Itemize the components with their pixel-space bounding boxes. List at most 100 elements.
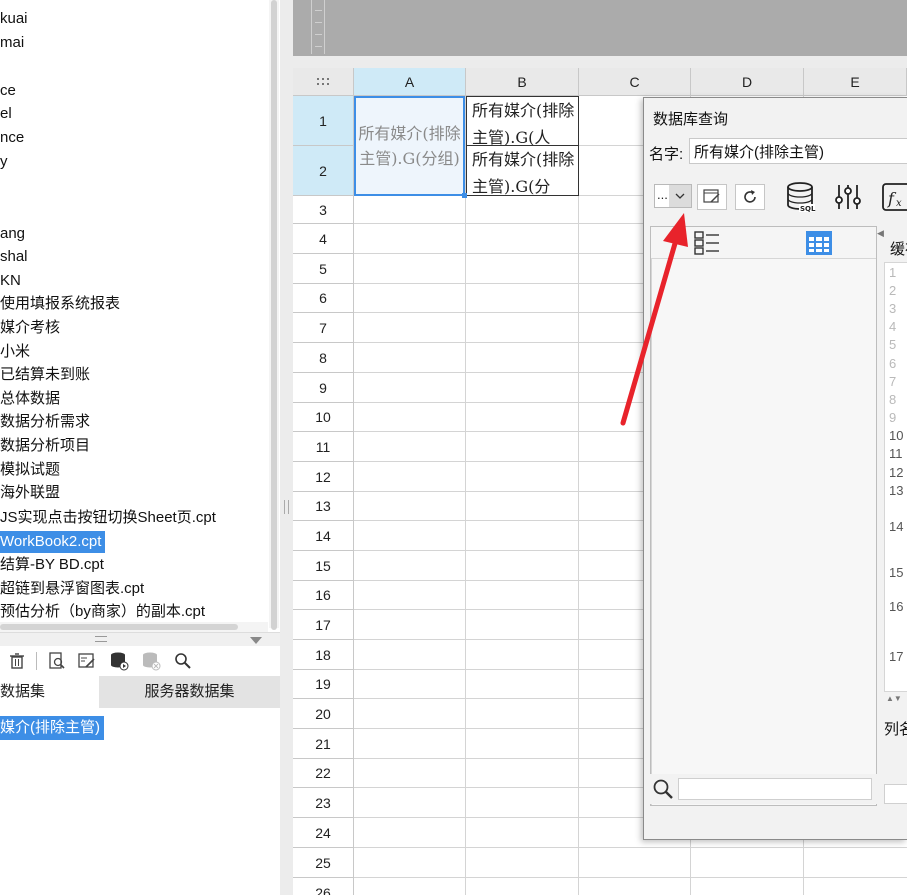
tree-item[interactable]: 超链到悬浮窗图表.cpt bbox=[0, 578, 148, 600]
row-header[interactable]: 7 bbox=[293, 313, 354, 343]
row-header[interactable]: 14 bbox=[293, 521, 354, 551]
table-search-input[interactable] bbox=[678, 778, 872, 800]
tree-item[interactable] bbox=[0, 200, 4, 222]
tree-item[interactable]: KN bbox=[0, 270, 25, 292]
row-header[interactable]: 20 bbox=[293, 699, 354, 729]
tree-item[interactable]: ce bbox=[0, 80, 20, 102]
tree-item[interactable]: 媒介考核 bbox=[0, 317, 64, 339]
tree-item[interactable] bbox=[0, 176, 4, 198]
fill-handle[interactable] bbox=[462, 193, 467, 198]
splitter-grip-icon[interactable] bbox=[95, 636, 107, 642]
column-header[interactable]: B bbox=[466, 68, 579, 96]
tree-horizontal-scrollbar[interactable] bbox=[0, 622, 268, 632]
tree-item[interactable]: 数据分析项目 bbox=[0, 435, 94, 457]
db-run-icon[interactable] bbox=[108, 650, 130, 672]
tree-item[interactable]: 模拟试题 bbox=[0, 459, 64, 481]
formula-icon[interactable]: fx bbox=[880, 180, 907, 214]
table-tree-area[interactable] bbox=[651, 259, 876, 805]
sql-editor[interactable]: 1 2 3 4 5 6 7 8 9 10 11 12 13 14 15 16 17 bbox=[884, 262, 907, 692]
grid-view-icon[interactable] bbox=[805, 230, 833, 259]
row-header[interactable]: 18 bbox=[293, 640, 354, 670]
row-header[interactable]: 25 bbox=[293, 848, 354, 878]
tree-item[interactable]: shal bbox=[0, 246, 32, 268]
tree-item[interactable]: 小米 bbox=[0, 341, 34, 363]
row-header[interactable]: 19 bbox=[293, 670, 354, 699]
row-header[interactable]: 21 bbox=[293, 729, 354, 759]
column-header[interactable]: D bbox=[691, 68, 804, 96]
tree-item[interactable] bbox=[0, 56, 4, 78]
cell-b1[interactable]: 所有媒介(排除主管).G(人 bbox=[466, 96, 579, 146]
tree-item[interactable]: el bbox=[0, 103, 16, 125]
tree-item-selected[interactable]: WorkBook2.cpt bbox=[0, 531, 106, 553]
tree-item[interactable]: 数据分析需求 bbox=[0, 411, 94, 433]
row-header[interactable]: 24 bbox=[293, 818, 354, 848]
refresh-icon bbox=[744, 190, 756, 203]
line-number: 5 bbox=[889, 337, 897, 352]
tree-item[interactable]: y bbox=[0, 151, 12, 173]
select-all-corner[interactable] bbox=[293, 68, 354, 96]
row-header[interactable]: 26 bbox=[293, 878, 354, 895]
connection-value: ... bbox=[657, 187, 668, 202]
refresh-button[interactable] bbox=[735, 184, 765, 210]
tree-item[interactable]: JS实现点击按钮切换Sheet页.cpt bbox=[0, 507, 220, 529]
tab-template-dataset[interactable]: 数据集 bbox=[0, 676, 99, 708]
trash-icon[interactable] bbox=[6, 650, 28, 672]
tab-server-dataset[interactable]: 服务器数据集 bbox=[99, 676, 280, 708]
tree-item[interactable]: ang bbox=[0, 223, 29, 245]
row-header[interactable]: 22 bbox=[293, 759, 354, 788]
tree-item[interactable]: 结算-BY BD.cpt bbox=[0, 554, 108, 576]
splitter-grip-icon[interactable] bbox=[284, 500, 289, 514]
row-header[interactable]: 12 bbox=[293, 462, 354, 492]
cell-a1-selected[interactable]: 所有媒介(排除主管).G(分组) bbox=[354, 96, 465, 196]
tree-item[interactable]: nce bbox=[0, 127, 28, 149]
row-header[interactable]: 15 bbox=[293, 551, 354, 581]
dataset-item-selected[interactable]: 媒介(排除主管) bbox=[0, 716, 104, 740]
row-header[interactable]: 13 bbox=[293, 492, 354, 521]
cell-b2[interactable]: 所有媒介(排除主管).G(分 bbox=[466, 146, 579, 196]
row-header[interactable]: 5 bbox=[293, 254, 354, 284]
column-header[interactable]: A bbox=[354, 68, 466, 96]
edit-connection-button[interactable] bbox=[697, 184, 727, 210]
list-view-icon[interactable] bbox=[693, 230, 721, 259]
collapse-arrow-icon[interactable] bbox=[250, 637, 262, 644]
tree-item[interactable]: kuai bbox=[0, 8, 32, 30]
parameters-icon[interactable] bbox=[831, 180, 865, 214]
db-remove-icon[interactable] bbox=[140, 650, 162, 672]
scrollbar-thumb[interactable] bbox=[0, 624, 238, 630]
row-header[interactable]: 17 bbox=[293, 610, 354, 640]
tree-item[interactable]: 已结算未到账 bbox=[0, 364, 94, 386]
connection-select[interactable]: ... bbox=[654, 184, 692, 208]
row-header[interactable]: 2 bbox=[293, 146, 354, 196]
chevron-down-icon[interactable] bbox=[669, 185, 691, 207]
row-header[interactable]: 1 bbox=[293, 96, 354, 146]
vertical-splitter[interactable] bbox=[280, 0, 293, 895]
edit-connection-icon bbox=[703, 189, 720, 203]
tree-item[interactable]: mai bbox=[0, 32, 28, 54]
row-header[interactable]: 23 bbox=[293, 788, 354, 818]
row-header[interactable]: 11 bbox=[293, 432, 354, 462]
row-header[interactable]: 16 bbox=[293, 581, 354, 610]
tree-vertical-scrollbar[interactable] bbox=[269, 0, 279, 630]
row-header[interactable]: 6 bbox=[293, 284, 354, 313]
scrollbar-thumb[interactable] bbox=[271, 0, 277, 630]
row-header[interactable]: 10 bbox=[293, 403, 354, 432]
preview-icon[interactable] bbox=[46, 650, 68, 672]
row-header[interactable]: 4 bbox=[293, 224, 354, 254]
edit-dataset-icon[interactable] bbox=[76, 650, 98, 672]
tree-item[interactable]: 预估分析（by商家）的副本.cpt bbox=[0, 601, 209, 623]
pane-split-arrow-icon[interactable]: ◀ bbox=[877, 228, 884, 239]
column-header[interactable]: E bbox=[804, 68, 907, 96]
dataset-name-input[interactable] bbox=[689, 138, 907, 164]
tree-item[interactable]: 海外联盟 bbox=[0, 482, 64, 504]
panel-splitter[interactable] bbox=[0, 632, 280, 646]
editor-split-arrows-icon[interactable]: ▲▼ bbox=[886, 694, 902, 703]
column-header[interactable]: C bbox=[579, 68, 691, 96]
search-icon[interactable] bbox=[172, 650, 194, 672]
tree-item[interactable]: 总体数据 bbox=[0, 388, 64, 410]
tree-item[interactable]: 使用填报系统报表 bbox=[0, 293, 124, 315]
row-header[interactable]: 9 bbox=[293, 373, 354, 403]
row-header[interactable]: 3 bbox=[293, 196, 354, 224]
sql-database-icon[interactable]: SQL bbox=[784, 180, 818, 214]
gridline bbox=[354, 877, 907, 878]
row-header[interactable]: 8 bbox=[293, 343, 354, 373]
